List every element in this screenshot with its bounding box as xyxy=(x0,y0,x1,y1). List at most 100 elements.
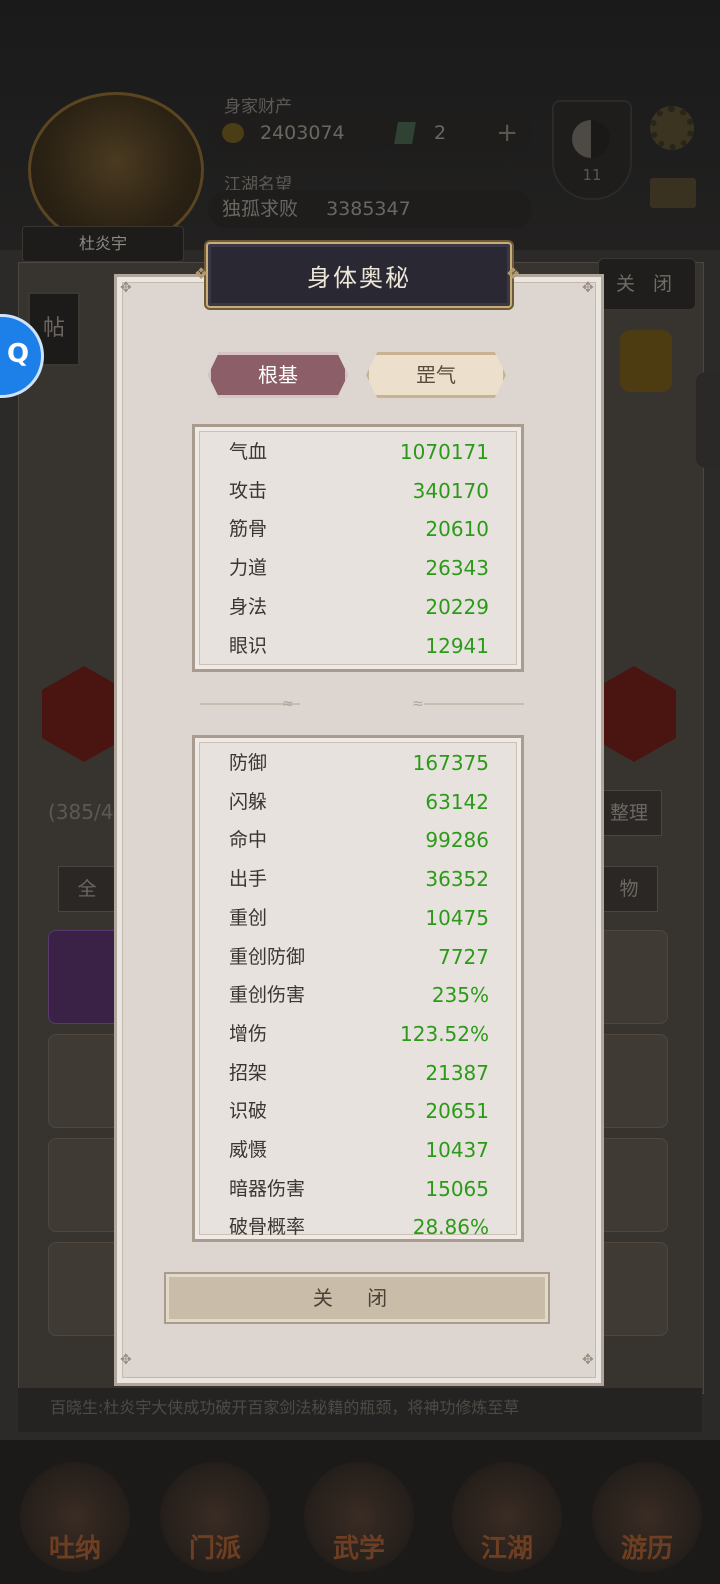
stat-name: 暗器伤害 xyxy=(229,1177,306,1200)
stat-value: 28.86% xyxy=(412,1215,489,1240)
stat-value: 1070171 xyxy=(399,440,489,464)
add-gem-icon[interactable]: + xyxy=(496,114,518,152)
stat-name: 身法 xyxy=(229,595,268,618)
stat-name: 招架 xyxy=(229,1061,268,1084)
base-stats-panel: 气血 1070171 攻击 340170 筋骨 20610 力道 26343 身法 20229 眼识… xyxy=(192,424,524,672)
stat-row: 出手 36352 xyxy=(195,860,521,898)
stat-value: 167375 xyxy=(412,751,489,775)
nav-martial-label[interactable]: 武学 xyxy=(304,1528,414,1565)
filter-all-tab[interactable]: 全 xyxy=(58,866,116,912)
stat-row: 眼识 12941 xyxy=(195,627,521,665)
stat-row: 增伤 123.52% xyxy=(195,1015,521,1053)
stat-row: 重创防御 7727 xyxy=(195,938,521,976)
stat-name: 破骨概率 xyxy=(229,1216,306,1239)
stat-row: 气血 1070171 xyxy=(195,433,521,471)
coin-counter: 2403074 xyxy=(208,114,394,152)
stat-row: 攻击 340170 xyxy=(195,472,521,510)
stat-row: 暗器伤害 15065 xyxy=(195,1170,521,1208)
stat-value: 63142 xyxy=(425,789,489,814)
stat-name: 重创伤害 xyxy=(229,984,306,1007)
stat-row: 威慑 10437 xyxy=(195,1131,521,1169)
nav-tuna-label[interactable]: 吐纳 xyxy=(20,1528,130,1565)
stat-name: 出手 xyxy=(229,868,268,891)
stat-value: 340170 xyxy=(412,478,489,503)
stat-row: 破骨概率 28.86% xyxy=(195,1208,521,1240)
background-close-button[interactable]: 关 闭 xyxy=(598,258,696,310)
stat-value: 99286 xyxy=(425,828,489,853)
level-value: 11 xyxy=(582,166,602,184)
stat-row: 防御 167375 xyxy=(195,744,521,782)
taiji-icon xyxy=(572,120,610,158)
tab-foundation[interactable]: 根基 xyxy=(208,352,348,398)
stat-name: 威慑 xyxy=(229,1139,268,1161)
gem-icon xyxy=(394,122,416,144)
gear-icon[interactable] xyxy=(650,106,694,150)
stat-row: 身法 20229 xyxy=(195,588,521,626)
stat-name: 气血 xyxy=(229,441,268,463)
stat-name: 重创 xyxy=(229,906,268,929)
stat-row: 重创 10475 xyxy=(195,899,521,937)
dialog-title-plate: ❖ ❖ 身体奥秘 xyxy=(194,242,520,308)
stat-value: 20651 xyxy=(425,1099,489,1124)
divider-ornament: ≈ xyxy=(282,696,294,712)
stat-value: 15065 xyxy=(425,1176,489,1201)
stat-name: 识破 xyxy=(229,1100,268,1123)
corner-ornament: ✥ xyxy=(582,1352,594,1368)
gem-counter: 2 + xyxy=(382,114,532,152)
stat-name: 力道 xyxy=(229,557,268,580)
stat-row: 识破 20651 xyxy=(195,1092,521,1130)
stat-value: 123.52% xyxy=(400,1021,489,1046)
lantern-icon[interactable] xyxy=(620,330,672,392)
search-icon: Q xyxy=(7,339,30,369)
stat-value: 21387 xyxy=(425,1060,489,1085)
dialog-title: 身体奥秘 xyxy=(307,264,411,292)
stat-value: 20610 xyxy=(425,517,489,542)
gem-value: 2 xyxy=(434,122,447,144)
combat-stats-panel[interactable]: 防御 167375 闪躲 63142 命中 99286 出手 36352 重创 10475 重创防御… xyxy=(192,735,524,1242)
stat-value: 26343 xyxy=(425,556,489,581)
player-avatar[interactable] xyxy=(28,92,204,248)
stat-name: 防御 xyxy=(229,752,268,774)
stat-row: 力道 26343 xyxy=(195,549,521,587)
stat-row: 命中 99286 xyxy=(195,821,521,859)
coin-value: 2403074 xyxy=(260,122,345,144)
player-name: 杜炎宇 xyxy=(22,226,184,262)
stat-name: 命中 xyxy=(229,829,268,852)
corner-ornament: ✥ xyxy=(120,1352,132,1368)
side-tab[interactable] xyxy=(696,372,720,468)
stat-value: 235% xyxy=(431,983,489,1008)
stat-value: 12941 xyxy=(425,633,489,658)
fame-title: 独孤求败 xyxy=(222,198,299,220)
stat-row: 招架 21387 xyxy=(195,1054,521,1092)
divider-ornament: ≈ xyxy=(412,696,424,712)
fame-value: 3385347 xyxy=(326,198,411,220)
stat-value: 20229 xyxy=(425,594,489,619)
stat-value: 10475 xyxy=(425,905,489,930)
stat-name: 攻击 xyxy=(229,479,268,502)
close-button[interactable]: 关 闭 xyxy=(164,1272,550,1324)
nav-sect-label[interactable]: 门派 xyxy=(160,1528,270,1565)
filter-items-tab[interactable]: 物 xyxy=(600,866,658,912)
inventory-count: (385/4 xyxy=(48,800,114,824)
nav-jianghu-label[interactable]: 江湖 xyxy=(452,1528,562,1565)
coin-icon xyxy=(222,123,244,143)
stat-name: 眼识 xyxy=(229,634,268,657)
mail-icon[interactable] xyxy=(650,178,696,208)
stat-name: 重创防御 xyxy=(229,945,306,968)
sort-button[interactable]: 整理 xyxy=(596,790,662,836)
stat-value: 10437 xyxy=(425,1138,489,1162)
stat-name: 筋骨 xyxy=(229,518,268,541)
corner-ornament: ✥ xyxy=(120,280,132,296)
fame-bar: 独孤求败 3385347 xyxy=(208,190,532,228)
stat-row: 筋骨 20610 xyxy=(195,510,521,548)
stat-name: 闪躲 xyxy=(229,790,268,813)
stat-name: 增伤 xyxy=(229,1022,268,1045)
news-ticker: 百晓生:杜炎宇大侠成功破开百家剑法秘籍的瓶颈，将神功修炼至草 xyxy=(18,1388,702,1432)
stat-row: 闪躲 63142 xyxy=(195,783,521,821)
divider-line xyxy=(424,703,524,705)
stat-row: 重创伤害 235% xyxy=(195,976,521,1014)
tab-gangqi[interactable]: 罡气 xyxy=(366,352,506,398)
nav-travel-label[interactable]: 游历 xyxy=(592,1528,702,1565)
stat-value: 36352 xyxy=(425,867,489,892)
level-badge[interactable]: 11 xyxy=(552,100,632,200)
